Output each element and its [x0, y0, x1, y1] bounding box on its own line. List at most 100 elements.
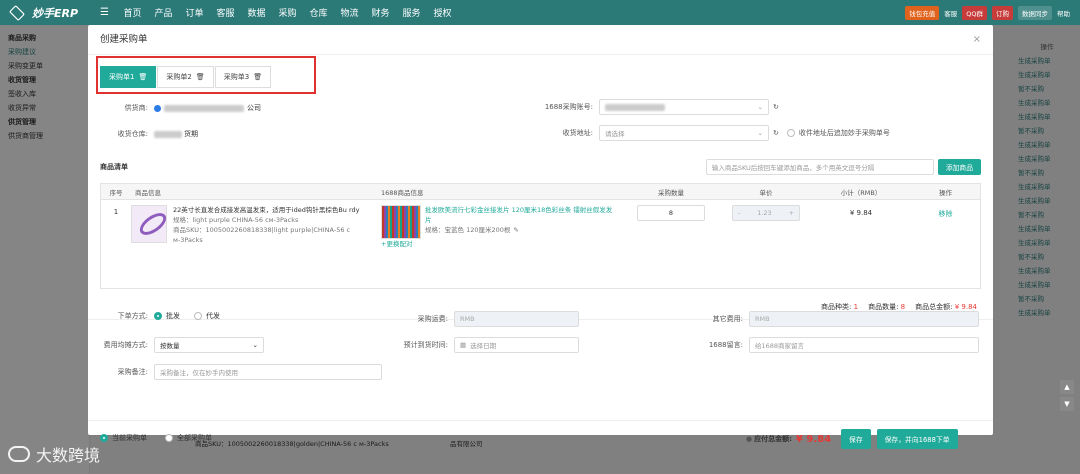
account-row: 1688采购账号: ⌄ ↻: [508, 99, 779, 115]
supplier-label: 供货商:: [124, 104, 148, 112]
eta-datepicker[interactable]: ▦ 选择日期: [454, 337, 579, 353]
col-product: 商品信息: [135, 188, 161, 197]
account-select[interactable]: ⌄: [599, 99, 769, 115]
radio-icon: [194, 312, 202, 320]
add-product-button[interactable]: 添加商品: [937, 159, 981, 175]
trash-icon[interactable]: 🗑: [253, 67, 262, 87]
nav-home[interactable]: 首页: [117, 6, 148, 19]
wallet-button[interactable]: 钱包充值: [905, 5, 940, 20]
nav-purchase[interactable]: 采购: [272, 6, 303, 19]
info-icon: ●: [746, 435, 753, 443]
product-title: 22英寸长直发合成接发高温发束，适用于ided钩针黑棕色Bu rdy: [173, 206, 360, 214]
sku-search-input[interactable]: 输入商品SKU后按回车键添加商品，多个用英文逗号分隔: [705, 159, 934, 175]
change-pairing-link[interactable]: +更换配对: [381, 239, 617, 249]
order-method-row: 下单方式: 批发 代发: [88, 311, 220, 321]
address-select[interactable]: 请选择 ⌄: [599, 125, 769, 141]
nav-warehouse[interactable]: 仓库: [303, 6, 334, 19]
nav-auth[interactable]: 授权: [427, 6, 458, 19]
edit-icon[interactable]: ✎: [513, 225, 518, 235]
nav-right: 钱包充值 客服 QQ群 订购 数据同步 帮助: [905, 5, 1080, 20]
row-index: 1: [113, 208, 119, 216]
scroll-down-icon[interactable]: ▼: [1060, 397, 1074, 411]
refresh-icon[interactable]: ↻: [773, 129, 779, 137]
modal-footer: 当前采购单 全部采购单 ● 应付总金额: ¥ 9.84 保存 保存，并向1688…: [88, 420, 993, 454]
freight-input[interactable]: RMB: [454, 311, 579, 327]
tab-purchase-3[interactable]: 采购单3 🗑: [214, 66, 272, 88]
subscribe-button[interactable]: 订购: [992, 5, 1013, 20]
product-1688-title[interactable]: 批发欧美流行七彩金丝接发片 120厘米18色彩丝条 镭射丝假发发片: [425, 205, 617, 225]
remark-input[interactable]: 采购备注，仅在妙手内使用: [154, 364, 382, 380]
nav-data[interactable]: 数据: [241, 6, 272, 19]
alloc-row: 费用均摊方式: 按数量 ⌄: [88, 337, 264, 353]
warehouse-row: 收货仓库: 货期: [88, 129, 198, 139]
nav-services[interactable]: 服务: [396, 6, 427, 19]
alloc-select[interactable]: 按数量 ⌄: [154, 337, 264, 353]
col-op: 操作: [939, 188, 952, 197]
qty-input[interactable]: 8: [637, 205, 705, 221]
total-value: ¥ 9.84: [954, 303, 977, 311]
nav-service[interactable]: 客服: [210, 6, 241, 19]
warehouse-suffix: 货期: [184, 130, 198, 138]
trash-icon[interactable]: 🗑: [138, 67, 147, 87]
warehouse-value: 货期: [154, 129, 198, 139]
main-nav: 首页 产品 订单 客服 数据 采购 仓库 物流 财务 服务 授权: [117, 6, 458, 19]
warehouse-name-blurred: [154, 130, 182, 138]
radio-current-label: 当前采购单: [112, 434, 147, 442]
app-logo[interactable]: 妙手ERP: [0, 4, 100, 21]
order-method-label: 下单方式:: [117, 312, 148, 320]
address-checkbox-label: 收件地址后追加妙手采购单号: [798, 129, 890, 137]
radio-current-order[interactable]: 当前采购单: [100, 433, 147, 443]
col-index: 序号: [109, 188, 123, 197]
nav-orders[interactable]: 订单: [179, 6, 210, 19]
table-row: 1 22英寸长直发合成接发高温发束，适用于ided钩针黑棕色Bu rdy 规格：…: [101, 200, 980, 288]
data-sync-button[interactable]: 数据同步: [1018, 5, 1052, 20]
other-fee-input[interactable]: RMB: [749, 311, 979, 327]
save-button[interactable]: 保存: [841, 429, 871, 449]
logo-text: 妙手ERP: [32, 6, 79, 20]
refresh-icon[interactable]: ↻: [773, 103, 779, 111]
nav-logistics[interactable]: 物流: [334, 6, 365, 19]
col-subtotal: 小计（RMB）: [840, 188, 882, 197]
address-append-checkbox[interactable]: 收件地址后追加妙手采购单号: [786, 128, 890, 138]
close-icon[interactable]: ×: [973, 25, 981, 55]
radio-icon: [100, 434, 108, 442]
other-fee-label: 其它费用:: [712, 315, 743, 323]
supplier-suffix: 公司: [247, 104, 261, 112]
list-title: 商品清单: [100, 163, 128, 171]
list-header: 商品清单 输入商品SKU后按回车键添加商品，多个用英文逗号分隔 添加商品: [100, 159, 981, 175]
tab-purchase-1[interactable]: 采购单1 🗑: [100, 66, 157, 88]
supplier-row: 供货商: 公司: [88, 103, 261, 113]
scroll-up-icon[interactable]: ▲: [1060, 380, 1074, 394]
remove-link[interactable]: 移除: [911, 200, 980, 288]
save-and-order-button[interactable]: 保存，并向1688下单: [876, 429, 958, 449]
trash-icon[interactable]: 🗑: [196, 67, 205, 87]
minus-icon[interactable]: -: [738, 209, 740, 217]
price-stepper[interactable]: - 1.23 +: [732, 205, 800, 221]
product-1688-spec: 规格：宝蓝色 120厘米200根: [425, 226, 511, 234]
customer-service-link[interactable]: 客服: [944, 8, 957, 18]
help-link[interactable]: 帮助: [1057, 8, 1070, 18]
radio-wholesale[interactable]: 批发: [154, 311, 180, 321]
price-value: 1.23: [757, 209, 772, 217]
radio-all-orders[interactable]: 全部采购单: [165, 433, 212, 443]
qq-group-button[interactable]: QQ群: [962, 5, 987, 20]
message-input[interactable]: 给1688商家留言: [749, 337, 979, 353]
watermark-text: 大数跨境: [36, 446, 101, 465]
tab-purchase-2[interactable]: 采购单2 🗑: [157, 66, 214, 88]
alloc-value: 按数量: [160, 342, 180, 350]
supplier-name-blurred: [164, 104, 244, 112]
address-placeholder: 请选择: [605, 130, 625, 138]
alloc-label: 费用均摊方式:: [103, 341, 148, 349]
scroll-controls: ▲ ▼: [1060, 380, 1076, 440]
scope-options: 当前采购单 全部采购单: [100, 433, 212, 443]
plus-icon[interactable]: +: [789, 209, 794, 217]
payable-area: ● 应付总金额: ¥ 9.84 保存 保存，并向1688下单: [746, 429, 958, 449]
nav-finance[interactable]: 财务: [365, 6, 396, 19]
price-cell: - 1.23 +: [721, 200, 811, 288]
message-row: 1688留言: 给1688商家留言: [688, 337, 979, 353]
nav-products[interactable]: 产品: [148, 6, 179, 19]
menu-icon[interactable]: ☰: [100, 7, 109, 18]
chevron-down-icon: ⌄: [757, 129, 763, 137]
top-navbar: 妙手ERP ☰ 首页 产品 订单 客服 数据 采购 仓库 物流 财务 服务 授权…: [0, 0, 1080, 25]
radio-dropship[interactable]: 代发: [194, 311, 220, 321]
